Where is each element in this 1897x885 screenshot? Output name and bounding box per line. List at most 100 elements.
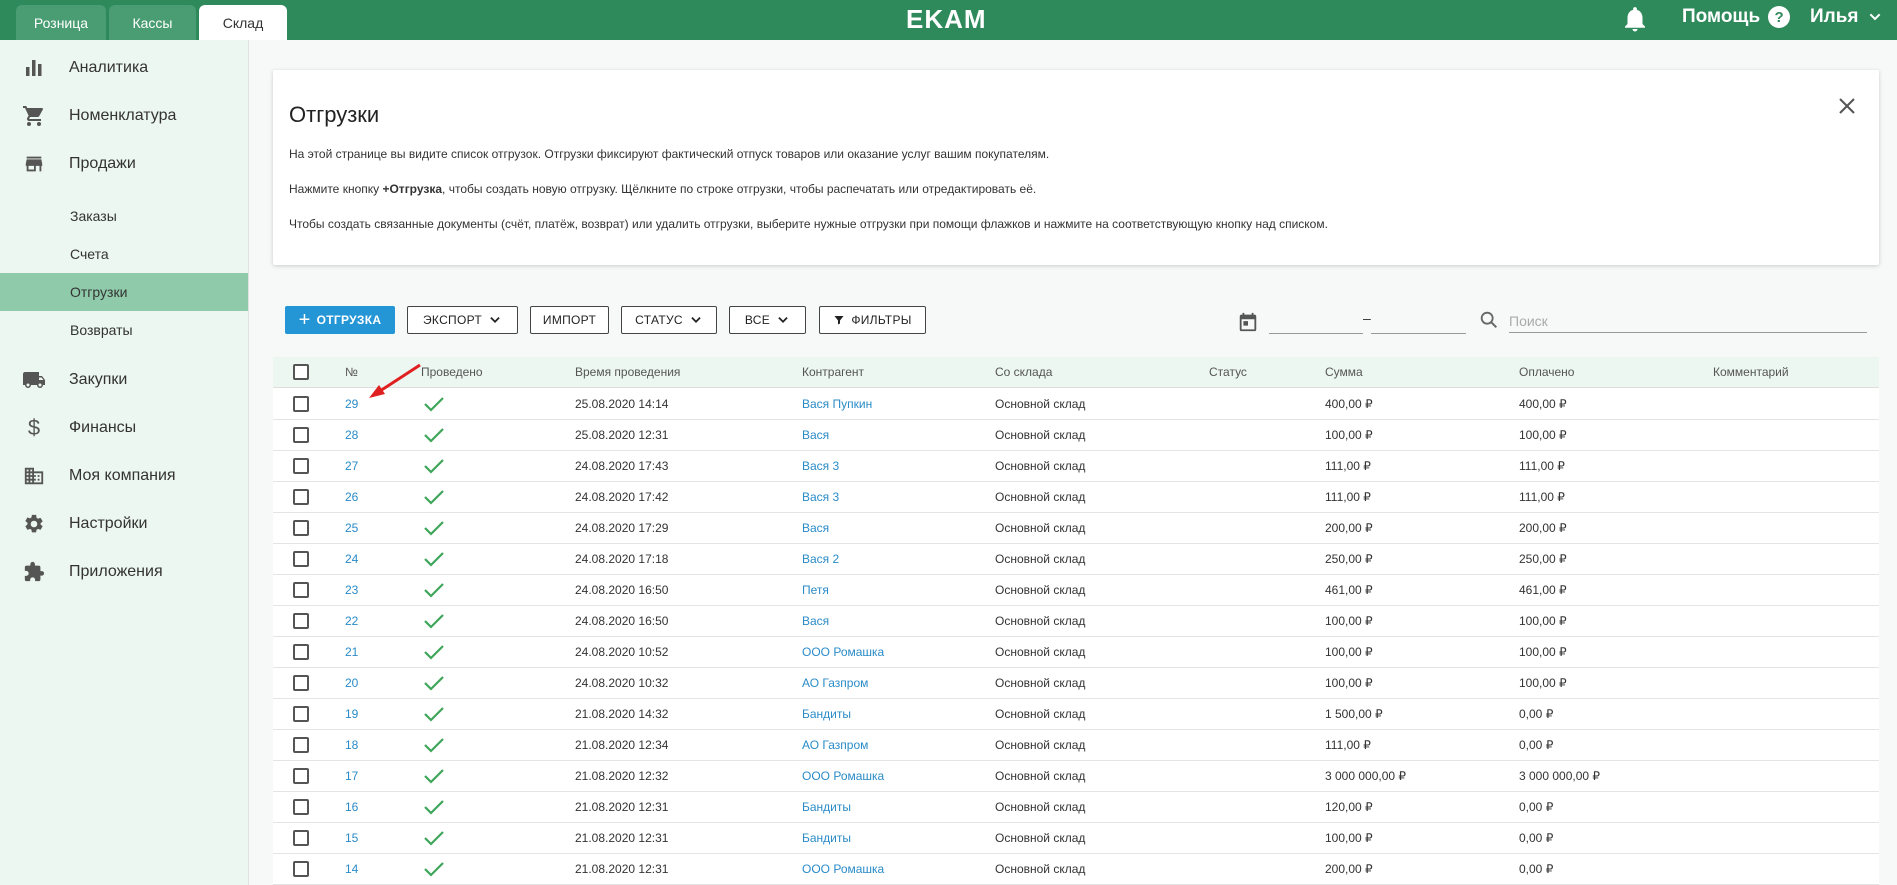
ekam-logo[interactable]: EKAM bbox=[906, 4, 987, 35]
row-checkbox[interactable] bbox=[293, 675, 309, 691]
row-checkbox[interactable] bbox=[293, 427, 309, 443]
table-row[interactable]: 28 25.08.2020 12:31 Вася Основной склад 100,… bbox=[273, 420, 1879, 451]
sidebar-item-analytics[interactable]: Аналитика bbox=[0, 50, 248, 86]
tab-warehouse[interactable]: Склад bbox=[199, 5, 287, 40]
cell-num[interactable]: 23 bbox=[345, 583, 358, 597]
calendar-icon[interactable] bbox=[1237, 311, 1259, 333]
table-row[interactable]: 22 24.08.2020 16:50 Вася Основной склад 100,… bbox=[273, 606, 1879, 637]
table-row[interactable]: 27 24.08.2020 17:43 Вася 3 Основной склад 11… bbox=[273, 451, 1879, 482]
search-input[interactable] bbox=[1509, 309, 1867, 333]
tab-retail[interactable]: Розница bbox=[16, 5, 106, 40]
row-checkbox[interactable] bbox=[293, 644, 309, 660]
import-button[interactable]: ИМПОРТ bbox=[530, 306, 609, 334]
row-checkbox[interactable] bbox=[293, 613, 309, 629]
table-row[interactable]: 16 21.08.2020 12:31 Бандиты Основной склад 1… bbox=[273, 792, 1879, 823]
cell-num[interactable]: 17 bbox=[345, 769, 358, 783]
table-row[interactable]: 26 24.08.2020 17:42 Вася 3 Основной склад 11… bbox=[273, 482, 1879, 513]
cell-num[interactable]: 21 bbox=[345, 645, 358, 659]
cell-num[interactable]: 20 bbox=[345, 676, 358, 690]
all-filter-button[interactable]: ВСЕ bbox=[729, 306, 806, 334]
table-row[interactable]: 15 21.08.2020 12:31 Бандиты Основной склад 1… bbox=[273, 823, 1879, 854]
row-checkbox[interactable] bbox=[293, 489, 309, 505]
cell-contractor[interactable]: Бандиты bbox=[802, 707, 851, 721]
table-row[interactable]: 20 24.08.2020 10:32 АО Газпром Основной скл… bbox=[273, 668, 1879, 699]
cell-contractor[interactable]: Вася Пупкин bbox=[802, 397, 872, 411]
table-row[interactable]: 19 21.08.2020 14:32 Бандиты Основной склад 1… bbox=[273, 699, 1879, 730]
header-posted[interactable]: Проведено bbox=[421, 365, 483, 379]
tab-cashboxes[interactable]: Кассы bbox=[109, 5, 196, 40]
cell-contractor[interactable]: Вася bbox=[802, 428, 829, 442]
sidebar-subitem-shipments[interactable]: Отгрузки bbox=[0, 273, 248, 311]
header-warehouse[interactable]: Со склада bbox=[995, 365, 1052, 379]
header-status[interactable]: Статус bbox=[1209, 365, 1247, 379]
cell-contractor[interactable]: ООО Ромашка bbox=[802, 769, 884, 783]
sidebar-item-apps[interactable]: Приложения bbox=[0, 554, 248, 590]
sidebar-item-sales[interactable]: Продажи bbox=[0, 146, 248, 182]
close-icon[interactable] bbox=[1833, 92, 1861, 120]
sidebar-subitem-orders[interactable]: Заказы bbox=[0, 197, 248, 235]
cell-num[interactable]: 18 bbox=[345, 738, 358, 752]
cell-num[interactable]: 28 bbox=[345, 428, 358, 442]
table-row[interactable]: 14 21.08.2020 12:31 ООО Ромашка Основной ск… bbox=[273, 854, 1879, 885]
date-from-input[interactable] bbox=[1269, 312, 1363, 334]
table-row[interactable]: 21 24.08.2020 10:52 ООО Ромашка Основной ск… bbox=[273, 637, 1879, 668]
cell-num[interactable]: 19 bbox=[345, 707, 358, 721]
row-checkbox[interactable] bbox=[293, 830, 309, 846]
cell-num[interactable]: 22 bbox=[345, 614, 358, 628]
select-all-checkbox[interactable] bbox=[293, 364, 309, 380]
table-row[interactable]: 17 21.08.2020 12:32 ООО Ромашка Основной ск… bbox=[273, 761, 1879, 792]
cell-contractor[interactable]: Бандиты bbox=[802, 831, 851, 845]
sidebar-item-nomenclature[interactable]: Номенклатура bbox=[0, 98, 248, 134]
row-checkbox[interactable] bbox=[293, 396, 309, 412]
cell-num[interactable]: 24 bbox=[345, 552, 358, 566]
cell-contractor[interactable]: Вася 3 bbox=[802, 490, 839, 504]
sidebar-item-company[interactable]: Моя компания bbox=[0, 458, 248, 494]
header-time[interactable]: Время проведения bbox=[575, 365, 680, 379]
cell-contractor[interactable]: Бандиты bbox=[802, 800, 851, 814]
add-shipment-button[interactable]: + ОТГРУЗКА bbox=[285, 306, 395, 334]
sidebar-item-purchases[interactable]: Закупки bbox=[0, 362, 248, 398]
cell-contractor[interactable]: ООО Ромашка bbox=[802, 862, 884, 876]
cell-contractor[interactable]: АО Газпром bbox=[802, 738, 868, 752]
sidebar-item-finance[interactable]: $ Финансы bbox=[0, 410, 248, 446]
bell-icon[interactable] bbox=[1620, 4, 1650, 34]
cell-contractor[interactable]: Вася bbox=[802, 614, 829, 628]
row-checkbox[interactable] bbox=[293, 861, 309, 877]
table-row[interactable]: 29 25.08.2020 14:14 Вася Пупкин Основной ск… bbox=[273, 389, 1879, 420]
export-button[interactable]: ЭКСПОРТ bbox=[407, 306, 518, 334]
cell-contractor[interactable]: Вася bbox=[802, 521, 829, 535]
cell-num[interactable]: 27 bbox=[345, 459, 358, 473]
cell-contractor[interactable]: Петя bbox=[802, 583, 829, 597]
help-button[interactable]: Помощь ? bbox=[1682, 6, 1791, 28]
header-sum[interactable]: Сумма bbox=[1325, 365, 1363, 379]
cell-num[interactable]: 16 bbox=[345, 800, 358, 814]
row-checkbox[interactable] bbox=[293, 799, 309, 815]
row-checkbox[interactable] bbox=[293, 551, 309, 567]
row-checkbox[interactable] bbox=[293, 582, 309, 598]
cell-contractor[interactable]: АО Газпром bbox=[802, 676, 868, 690]
table-row[interactable]: 24 24.08.2020 17:18 Вася 2 Основной склад 25… bbox=[273, 544, 1879, 575]
cell-num[interactable]: 14 bbox=[345, 862, 358, 876]
row-checkbox[interactable] bbox=[293, 768, 309, 784]
sidebar-subitem-returns[interactable]: Возвраты bbox=[0, 311, 248, 349]
user-menu[interactable]: Илья bbox=[1810, 6, 1883, 28]
header-comment[interactable]: Комментарий bbox=[1713, 365, 1789, 379]
table-row[interactable]: 18 21.08.2020 12:34 АО Газпром Основной скл… bbox=[273, 730, 1879, 761]
row-checkbox[interactable] bbox=[293, 706, 309, 722]
filters-button[interactable]: ФИЛЬТРЫ bbox=[819, 306, 926, 334]
header-contractor[interactable]: Контрагент bbox=[802, 365, 864, 379]
row-checkbox[interactable] bbox=[293, 737, 309, 753]
status-filter-button[interactable]: СТАТУС bbox=[621, 306, 717, 334]
cell-contractor[interactable]: ООО Ромашка bbox=[802, 645, 884, 659]
date-to-input[interactable] bbox=[1371, 312, 1466, 334]
cell-num[interactable]: 25 bbox=[345, 521, 358, 535]
cell-num[interactable]: 29 bbox=[345, 397, 358, 411]
cell-contractor[interactable]: Вася 3 bbox=[802, 459, 839, 473]
sidebar-subitem-invoices[interactable]: Счета bbox=[0, 235, 248, 273]
header-paid[interactable]: Оплачено bbox=[1519, 365, 1574, 379]
sidebar-item-settings[interactable]: Настройки bbox=[0, 506, 248, 542]
table-row[interactable]: 25 24.08.2020 17:29 Вася Основной склад 200,… bbox=[273, 513, 1879, 544]
cell-num[interactable]: 26 bbox=[345, 490, 358, 504]
row-checkbox[interactable] bbox=[293, 458, 309, 474]
cell-contractor[interactable]: Вася 2 bbox=[802, 552, 839, 566]
